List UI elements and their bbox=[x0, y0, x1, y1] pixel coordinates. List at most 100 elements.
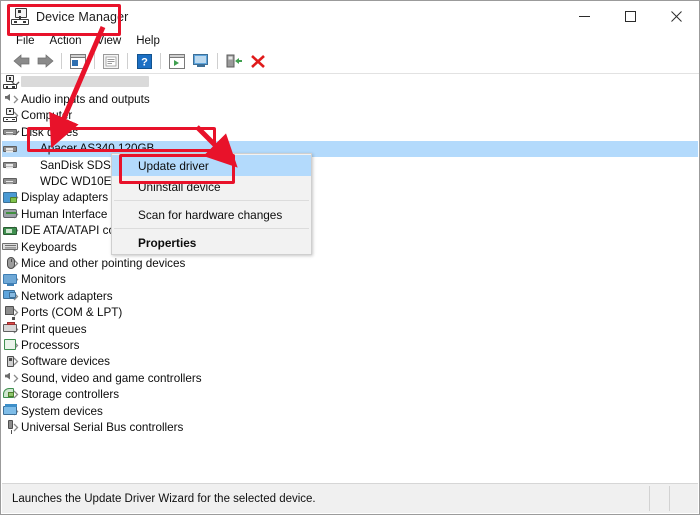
enable-device-icon[interactable] bbox=[222, 50, 246, 72]
chevron-right-icon[interactable] bbox=[10, 92, 21, 108]
keyboard-icon bbox=[2, 242, 18, 250]
tree-item-storage-controllers[interactable]: Storage controllers bbox=[2, 386, 698, 402]
speaker-icon bbox=[5, 93, 10, 101]
tree-indent-spacer bbox=[29, 141, 40, 157]
status-bar-divider bbox=[669, 486, 670, 511]
minimize-button[interactable] bbox=[561, 1, 607, 32]
context-menu[interactable]: Update driver Uninstall device Scan for … bbox=[111, 153, 312, 255]
menu-help[interactable]: Help bbox=[129, 34, 167, 48]
tree-item-label: Software devices bbox=[21, 355, 110, 369]
menu-bar: File Action View Help bbox=[1, 32, 699, 49]
redacted-computer-name bbox=[21, 76, 149, 88]
ide-controller-icon bbox=[3, 226, 17, 235]
context-menu-separator bbox=[114, 200, 309, 201]
software-device-icon bbox=[7, 355, 14, 367]
tree-item-sound-video-and-game-controllers[interactable]: Sound, video and game controllers bbox=[2, 370, 698, 386]
toolbar-separator bbox=[127, 53, 128, 69]
tree-item-label: Computer bbox=[21, 109, 73, 123]
window-title: Device Manager bbox=[36, 9, 129, 24]
properties-icon[interactable] bbox=[66, 50, 90, 72]
tree-item-system-devices[interactable]: System devices bbox=[2, 403, 698, 419]
device-manager-window: Device Manager File Action View Help ? A… bbox=[0, 0, 700, 515]
window-controls bbox=[561, 1, 699, 32]
tree-item-software-devices[interactable]: Software devices bbox=[2, 354, 698, 370]
maximize-button[interactable] bbox=[607, 1, 653, 32]
tree-item-human-interface-devices[interactable]: Human Interface Devices bbox=[2, 206, 698, 222]
system-device-icon bbox=[3, 404, 17, 415]
toolbar: ? bbox=[1, 49, 699, 74]
disk-icon bbox=[3, 129, 17, 136]
menu-file[interactable]: File bbox=[9, 34, 42, 48]
tree-item-label: System devices bbox=[21, 404, 103, 418]
toolbar-separator bbox=[94, 53, 95, 69]
computer-icon bbox=[3, 107, 17, 122]
help-icon[interactable]: ? bbox=[132, 50, 156, 72]
tree-item-audio-inputs-and-outputs[interactable]: Audio inputs and outputs bbox=[2, 91, 698, 107]
tree-item-label: Sound, video and game controllers bbox=[21, 371, 202, 385]
menu-view[interactable]: View bbox=[90, 34, 129, 48]
scan-hardware-icon[interactable] bbox=[165, 50, 189, 72]
toolbar-separator bbox=[217, 53, 218, 69]
tree-item-label: Storage controllers bbox=[21, 388, 120, 402]
show-hidden-devices-icon[interactable] bbox=[189, 50, 213, 72]
usb-controller-icon bbox=[8, 420, 13, 435]
monitor-icon bbox=[3, 273, 17, 287]
disk-icon bbox=[3, 161, 17, 168]
tree-item-monitors[interactable]: Monitors bbox=[2, 272, 698, 288]
tree-indent-spacer bbox=[29, 157, 40, 173]
svg-text:?: ? bbox=[141, 56, 148, 68]
context-menu-item-update-driver[interactable]: Update driver bbox=[112, 155, 311, 176]
tree-item-label: Display adapters bbox=[21, 191, 109, 205]
close-button[interactable] bbox=[653, 1, 699, 32]
status-bar: Launches the Update Driver Wizard for th… bbox=[2, 483, 698, 513]
disk-icon bbox=[3, 178, 17, 185]
tree-item-ports-com-lpt[interactable]: Ports (COM & LPT) bbox=[2, 304, 698, 321]
tree-item-label: Mice and other pointing devices bbox=[21, 256, 186, 270]
menu-action[interactable]: Action bbox=[43, 34, 89, 48]
status-bar-text: Launches the Update Driver Wizard for th… bbox=[12, 492, 316, 505]
tree-item-display-adapters[interactable]: Display adapters bbox=[2, 190, 698, 206]
tree-item-label: Disk drives bbox=[21, 125, 79, 139]
display-adapter-icon bbox=[3, 191, 17, 203]
tree-item-sandisk-sdssda240g[interactable]: SanDisk SDSSDA240G bbox=[2, 157, 698, 173]
chevron-right-icon[interactable] bbox=[10, 370, 21, 386]
tree-item-universal-serial-bus-controllers[interactable]: Universal Serial Bus controllers bbox=[2, 419, 698, 435]
status-bar-divider bbox=[649, 486, 650, 511]
tree-item-keyboards[interactable]: Keyboards bbox=[2, 239, 698, 255]
tree-item-disk-drives[interactable]: Disk drives bbox=[2, 124, 698, 140]
tree-item-network-adapters[interactable]: Network adapters bbox=[2, 288, 698, 304]
tree-item-processors[interactable]: Processors bbox=[2, 337, 698, 353]
processor-icon bbox=[4, 339, 16, 351]
tree-item-label: Audio inputs and outputs bbox=[21, 93, 150, 107]
context-menu-item-uninstall-device[interactable]: Uninstall device bbox=[112, 176, 311, 197]
tree-item-label: Universal Serial Bus controllers bbox=[21, 420, 184, 434]
tree-children: Audio inputs and outputs Computer Disk dri… bbox=[2, 91, 698, 435]
tree-item-print-queues[interactable]: Print queues bbox=[2, 321, 698, 337]
title-bar: Device Manager bbox=[1, 1, 699, 32]
tree-root-node[interactable] bbox=[2, 75, 698, 91]
speaker-icon bbox=[5, 372, 10, 380]
device-manager-icon bbox=[11, 7, 29, 26]
forward-icon[interactable] bbox=[33, 50, 57, 72]
context-menu-item-scan-for-hardware-changes[interactable]: Scan for hardware changes bbox=[112, 204, 311, 225]
printer-icon bbox=[3, 321, 17, 332]
tree-item-mice-and-other-pointing-devices[interactable]: Mice and other pointing devices bbox=[2, 255, 698, 271]
toolbar-separator bbox=[61, 53, 62, 69]
toolbar-separator bbox=[160, 53, 161, 69]
back-icon[interactable] bbox=[9, 50, 33, 72]
uninstall-device-icon[interactable] bbox=[246, 50, 270, 72]
mouse-icon bbox=[7, 256, 15, 269]
tree-item-ide-ata-atapi-controllers[interactable]: IDE ATA/ATAPI controllers bbox=[2, 223, 698, 239]
tree-item-computer[interactable]: Computer bbox=[2, 107, 698, 124]
network-adapter-icon bbox=[3, 290, 16, 300]
tree-item-label: Monitors bbox=[21, 273, 66, 287]
tree-item-wdc-wd10ezex-08wn4a0[interactable]: WDC WD10EZEX-08WN4A0 bbox=[2, 173, 698, 189]
tree-root-label bbox=[21, 76, 149, 90]
tree-item-apacer-as340-120gb[interactable]: Apacer AS340 120GB bbox=[2, 140, 698, 157]
update-driver-icon[interactable] bbox=[99, 50, 123, 72]
tree-item-label: Processors bbox=[21, 338, 80, 352]
context-menu-item-properties[interactable]: Properties bbox=[112, 232, 311, 253]
tree-item-label: Keyboards bbox=[21, 240, 77, 254]
hid-icon bbox=[3, 209, 17, 219]
device-tree-pane[interactable]: Audio inputs and outputs Computer Disk dri… bbox=[2, 75, 698, 483]
